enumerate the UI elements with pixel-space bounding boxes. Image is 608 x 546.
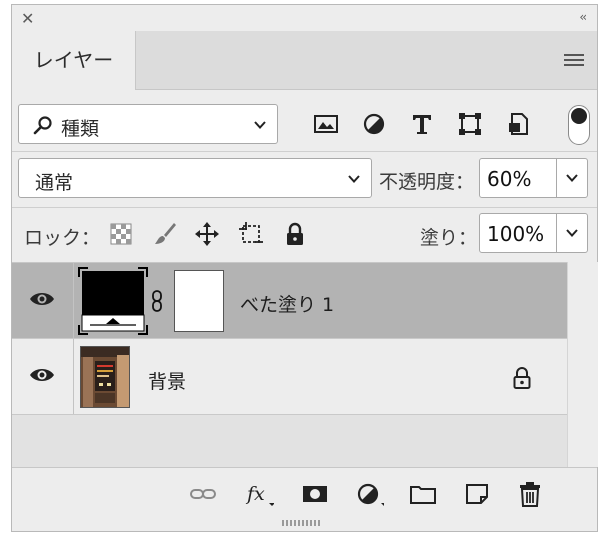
layers-panel: ✕ ‹‹ レイヤー 種類 通常 不透明度： 60% ロック： 塗り： 100% … <box>11 4 598 532</box>
new-layer-icon[interactable] <box>462 480 492 508</box>
panel-menu-icon[interactable] <box>564 54 584 67</box>
fx-icon[interactable]: fx <box>244 480 274 508</box>
blend-mode-select[interactable]: 通常 <box>18 158 372 198</box>
divider <box>12 207 597 208</box>
background-layer-thumbnail <box>80 346 130 408</box>
panel-titlebar: ✕ ‹‹ <box>12 5 597 31</box>
tab-layers-label: レイヤー <box>33 48 114 72</box>
divider <box>73 339 74 414</box>
opacity-field[interactable]: 60% <box>479 158 588 198</box>
kind-filter-select[interactable]: 種類 <box>18 104 278 144</box>
smart-object-filter-icon[interactable] <box>504 110 532 138</box>
lock-transparent-pixels-icon[interactable] <box>108 221 134 247</box>
link-icon[interactable] <box>151 289 163 313</box>
visibility-eye-icon[interactable] <box>28 289 56 309</box>
lock-artboard-icon[interactable] <box>238 221 264 247</box>
filter-row: 種類 <box>12 104 597 148</box>
close-icon[interactable]: ✕ <box>21 9 34 28</box>
chevron-down-icon <box>566 229 578 237</box>
resize-grip-handle[interactable] <box>282 520 326 526</box>
opacity-label: 不透明度： <box>379 171 475 193</box>
blend-mode-label: 通常 <box>35 172 74 194</box>
blend-row: 通常 不透明度： 60% <box>12 158 597 202</box>
tab-layers[interactable]: レイヤー <box>12 31 136 90</box>
layers-list: べた塗り 1 背景 <box>12 262 567 468</box>
chevron-down-icon <box>348 175 360 183</box>
fill-label: 塗り： <box>420 227 478 249</box>
opacity-dropdown-button[interactable] <box>556 159 587 197</box>
new-adjustment-layer-icon[interactable] <box>354 480 384 508</box>
lock-all-icon[interactable] <box>282 221 308 247</box>
bottom-toolbar: fx <box>12 467 597 518</box>
image-filter-icon[interactable] <box>312 110 340 138</box>
layer-mask-thumbnail[interactable] <box>174 270 224 332</box>
fill-value: 100% <box>487 222 545 246</box>
link-layers-icon[interactable] <box>188 480 218 508</box>
chevron-down-icon <box>566 174 578 182</box>
delete-layer-trash-icon[interactable] <box>515 480 545 508</box>
search-icon <box>33 116 52 135</box>
visibility-eye-icon[interactable] <box>28 365 56 385</box>
fill-field[interactable]: 100% <box>479 213 588 253</box>
layer-name[interactable]: 背景 <box>148 367 186 394</box>
shape-filter-icon[interactable] <box>456 110 484 138</box>
lock-image-pixels-icon[interactable] <box>152 221 178 247</box>
layer-row-fill[interactable]: べた塗り 1 <box>12 263 567 339</box>
adjustment-filter-icon[interactable] <box>360 110 388 138</box>
fill-dropdown-button[interactable] <box>556 214 587 252</box>
kind-filter-label: 種類 <box>61 118 100 140</box>
layer-name[interactable]: べた塗り 1 <box>240 290 334 317</box>
scrollbar[interactable] <box>567 262 598 467</box>
lock-label: ロック： <box>24 227 101 249</box>
filter-toggle-switch[interactable] <box>568 105 590 145</box>
lock-icon <box>513 367 531 389</box>
solid-fill-layer-thumbnail <box>78 267 148 335</box>
type-filter-icon[interactable] <box>408 110 436 138</box>
collapse-icon[interactable]: ‹‹ <box>579 10 586 24</box>
lock-position-icon[interactable] <box>194 221 220 247</box>
new-group-folder-icon[interactable] <box>408 480 438 508</box>
tab-bar: レイヤー <box>12 31 597 90</box>
opacity-value: 60% <box>487 167 532 191</box>
add-mask-icon[interactable] <box>300 480 330 508</box>
chevron-down-icon <box>254 121 266 129</box>
divider <box>73 263 74 338</box>
divider <box>12 151 597 152</box>
svg-text:fx: fx <box>245 483 265 505</box>
lock-row: ロック： 塗り： 100% <box>12 213 597 257</box>
layer-row-background[interactable]: 背景 <box>12 339 567 415</box>
